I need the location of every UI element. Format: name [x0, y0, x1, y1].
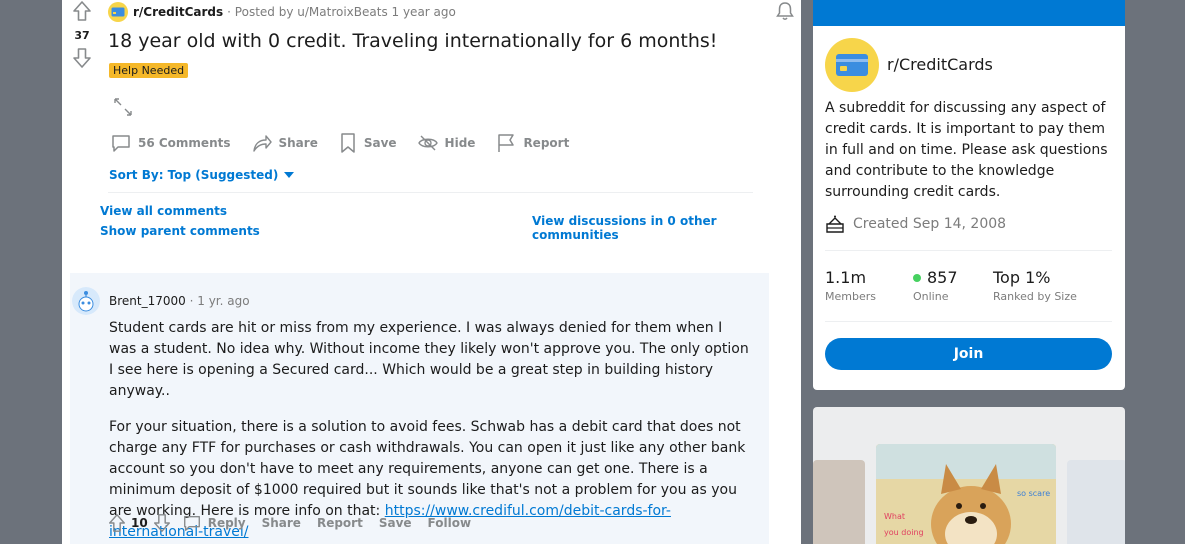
hide-label: Hide [444, 136, 476, 150]
upvote-icon[interactable] [72, 0, 92, 22]
report-label: Report [523, 136, 570, 150]
comment-time: · 1 yr. ago [189, 294, 250, 308]
online-value: 857 [927, 268, 958, 287]
image-carousel-card: so scare What you doing [813, 407, 1125, 544]
credit-card-icon [111, 7, 125, 17]
hide-eye-icon [417, 135, 438, 151]
online-dot-icon [913, 273, 921, 282]
caret-down-icon [284, 172, 295, 178]
view-discussions-link[interactable]: View discussions in 0 other communities [532, 214, 801, 242]
share-button[interactable]: Share [251, 132, 318, 154]
comments-label: 56 Comments [138, 136, 231, 150]
created-label: Created Sep 14, 2008 [853, 216, 1007, 232]
rank-label: Ranked by Size [993, 290, 1077, 303]
join-button[interactable]: Join [825, 338, 1112, 370]
flair-badge[interactable]: Help Needed [109, 63, 189, 78]
bookmark-icon [341, 133, 355, 153]
comment-actions: 10 Reply Share Report Save Follow [107, 513, 487, 533]
hide-button[interactable]: Hide [417, 132, 476, 154]
members-stat: 1.1m Members [825, 268, 876, 303]
online-value-row: 857 [913, 268, 958, 287]
bell-icon[interactable] [774, 0, 796, 22]
online-stat: 857 Online [913, 268, 958, 303]
save-button[interactable]: Save [379, 516, 412, 530]
reply-button[interactable]: Reply [208, 516, 246, 530]
post-meta: r/CreditCards · Posted by u/MatroixBeats… [108, 2, 456, 22]
vote-count: 37 [74, 29, 90, 42]
show-parent-comments-link[interactable]: Show parent comments [100, 224, 260, 238]
members-value: 1.1m [825, 268, 867, 287]
divider [825, 250, 1112, 251]
subreddit-link[interactable]: r/CreditCards [133, 5, 223, 19]
meme-text: so scare [1017, 489, 1051, 498]
comment-icon[interactable] [182, 513, 202, 533]
share-label: Share [278, 136, 318, 150]
post-panel: 37 r/CreditCards · Posted by u/MatroixBe… [62, 0, 801, 544]
post-title[interactable]: 18 year old with 0 credit. Traveling int… [108, 30, 717, 52]
report-button[interactable]: Report [495, 132, 569, 154]
share-icon [252, 135, 272, 152]
created-date: Created Sep 14, 2008 [825, 214, 1006, 234]
comment-vote-count: 10 [131, 516, 148, 530]
members-label: Members [825, 290, 876, 303]
downvote-icon[interactable] [72, 47, 92, 69]
comment: Brent_17000 · 1 yr. ago Student cards ar… [70, 273, 769, 544]
community-banner [813, 0, 1125, 26]
cake-icon [826, 215, 844, 233]
comment-icon [112, 135, 130, 152]
comment-body: Student cards are hit or miss from my ex… [109, 318, 749, 544]
carousel-image-doge[interactable]: so scare What you doing [876, 444, 1056, 544]
share-button[interactable]: Share [262, 516, 301, 530]
divider [108, 192, 753, 193]
rank-stat: Top 1% Ranked by Size [993, 268, 1077, 303]
comment-author[interactable]: Brent_17000 [109, 294, 186, 308]
posted-by: · Posted by u/MatroixBeats 1 year ago [227, 5, 456, 19]
vote-column: 37 [68, 0, 96, 69]
sort-label: Sort By: Top (Suggested) [109, 168, 279, 182]
upvote-icon[interactable] [107, 513, 127, 533]
subreddit-avatar[interactable] [108, 2, 128, 22]
community-description: A subreddit for discussing any aspect of… [825, 100, 1108, 200]
report-button[interactable]: Report [317, 516, 363, 530]
user-avatar[interactable] [72, 287, 100, 315]
comments-button[interactable]: 56 Comments [110, 132, 231, 154]
community-avatar[interactable] [825, 38, 879, 92]
comment-paragraph: Student cards are hit or miss from my ex… [109, 320, 749, 399]
flag-icon [498, 134, 515, 152]
carousel-image-right[interactable] [1067, 460, 1125, 544]
save-button[interactable]: Save [338, 132, 397, 154]
online-label: Online [913, 290, 949, 303]
comment-meta: Brent_17000 · 1 yr. ago [109, 294, 250, 308]
sort-dropdown[interactable]: Sort By: Top (Suggested) [109, 168, 295, 182]
community-card: r/CreditCards A subreddit for discussing… [813, 0, 1125, 390]
divider [825, 321, 1112, 322]
carousel-image-left[interactable] [813, 460, 865, 544]
meme-text: What [884, 512, 906, 521]
community-name[interactable]: r/CreditCards [887, 55, 993, 74]
rank-value: Top 1% [993, 268, 1051, 287]
save-label: Save [363, 136, 397, 150]
credit-card-icon [836, 54, 868, 76]
post-actions: 56 Comments Share Save Hide Report [110, 132, 589, 154]
downvote-icon[interactable] [152, 513, 172, 533]
meme-text: you doing [884, 528, 924, 537]
follow-button[interactable]: Follow [428, 516, 472, 530]
view-all-comments-link[interactable]: View all comments [100, 204, 227, 218]
expand-icon[interactable] [112, 96, 134, 118]
